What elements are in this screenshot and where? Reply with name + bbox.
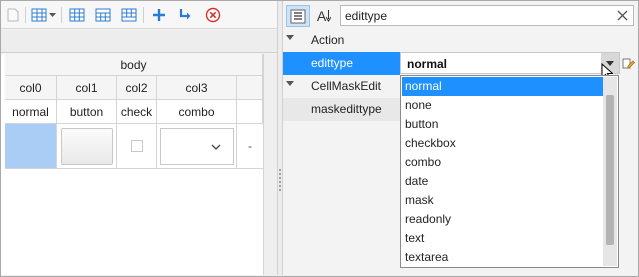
combo-preview[interactable]	[159, 127, 234, 165]
option-normal[interactable]: normal	[402, 77, 603, 96]
categorized-icon[interactable]	[286, 5, 310, 27]
property-search-input[interactable]: edittype	[340, 5, 634, 26]
property-name: edittype	[311, 56, 354, 70]
row-label-normal[interactable]: normal	[5, 100, 57, 124]
column-header-col3[interactable]: col3	[157, 76, 237, 100]
trailing-cell: -	[237, 124, 263, 169]
columns-icon[interactable]	[29, 5, 49, 25]
grid-merge-icon[interactable]	[93, 5, 113, 25]
row-label-empty	[237, 100, 263, 124]
button-preview[interactable]	[60, 127, 113, 165]
option-date[interactable]: date	[402, 172, 603, 191]
column-header-col0[interactable]: col0	[5, 76, 57, 100]
expand-icon[interactable]	[286, 35, 294, 40]
option-checkbox[interactable]: checkbox	[402, 134, 603, 153]
dropdown-scrollbar[interactable]	[603, 77, 617, 266]
option-readonly[interactable]: readonly	[402, 210, 603, 229]
band-header[interactable]: body	[5, 54, 263, 76]
check-cell[interactable]	[117, 124, 157, 169]
splitter-grip	[279, 189, 281, 191]
expand-icon[interactable]	[286, 81, 294, 86]
toolbar-separator	[143, 7, 144, 23]
indent-icon[interactable]	[175, 5, 195, 25]
grid-designer-pane: body col0 col1 col2 col3 normal button c…	[1, 1, 277, 275]
splitter-grip	[279, 173, 281, 175]
option-none[interactable]: none	[402, 96, 603, 115]
toolbar-separator	[25, 7, 26, 23]
clear-search-icon[interactable]	[617, 10, 628, 21]
category-label: Action	[311, 33, 345, 47]
grid-scrollbar[interactable]	[263, 54, 277, 275]
category-action[interactable]: Action	[283, 29, 620, 52]
grid-toolbar	[1, 1, 277, 29]
grid-split-icon[interactable]	[119, 5, 139, 25]
splitter-grip	[279, 185, 281, 187]
combo-cell[interactable]	[157, 124, 237, 169]
column-header-empty	[237, 76, 263, 100]
delete-icon[interactable]	[203, 5, 223, 25]
splitter-grip	[279, 181, 281, 183]
toolbar-separator	[61, 7, 62, 23]
trailing-text: -	[248, 139, 252, 153]
option-textarea[interactable]: textarea	[402, 248, 603, 267]
option-mask[interactable]: mask	[402, 191, 603, 210]
property-toolbar: A edittype	[283, 1, 638, 31]
new-icon[interactable]	[3, 5, 23, 25]
checkbox-preview[interactable]	[130, 140, 143, 152]
splitter-grip	[279, 169, 281, 171]
row-label-button[interactable]: button	[57, 100, 117, 124]
add-icon[interactable]	[149, 5, 169, 25]
grid-icon[interactable]	[67, 5, 87, 25]
row-label-check[interactable]: check	[117, 100, 157, 124]
search-value: edittype	[345, 9, 388, 23]
grid-preview: body col0 col1 col2 col3 normal button c…	[1, 54, 277, 275]
row-label-combo[interactable]: combo	[157, 100, 237, 124]
scrollbar-thumb[interactable]	[606, 95, 614, 245]
edittype-value: normal	[407, 57, 448, 71]
edit-icon[interactable]	[622, 57, 635, 70]
option-button[interactable]: button	[402, 115, 603, 134]
option-combo[interactable]: combo	[402, 153, 603, 172]
column-header-col1[interactable]: col1	[57, 76, 117, 100]
edittype-value-combo[interactable]: normal	[400, 52, 620, 74]
chevron-down-icon	[211, 144, 220, 150]
sort-alpha-letter: A	[316, 8, 327, 24]
button-cell[interactable]	[57, 124, 117, 169]
property-row-edittype[interactable]: edittype	[283, 52, 400, 75]
splitter-grip	[279, 177, 281, 179]
sort-arrow-icon	[326, 10, 332, 22]
property-row-maskedittype[interactable]: maskedittype	[283, 98, 400, 121]
normal-cell-selected[interactable]	[5, 124, 57, 169]
column-header-col2[interactable]: col2	[117, 76, 157, 100]
option-text[interactable]: text	[402, 229, 603, 248]
category-label: CellMaskEdit	[311, 79, 382, 93]
sort-alpha-icon[interactable]: A	[312, 5, 336, 27]
dropdown-arrow-icon[interactable]	[47, 5, 57, 25]
grid-area-top	[1, 30, 277, 53]
property-name: maskedittype	[311, 102, 382, 116]
edittype-dropdown-list[interactable]: normal none button checkbox combo date m…	[400, 75, 619, 268]
